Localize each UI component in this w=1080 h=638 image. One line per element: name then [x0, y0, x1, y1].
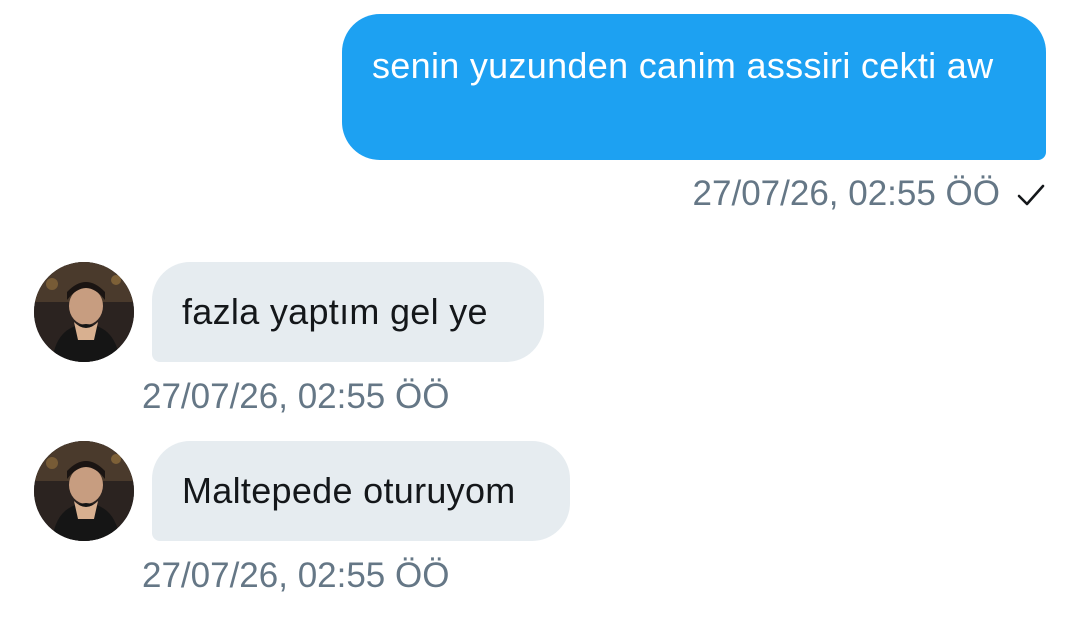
- avatar[interactable]: [34, 441, 134, 541]
- message-timestamp: 27/07/26, 02:55 ÖÖ: [142, 377, 450, 416]
- message-text: fazla yaptım gel ye: [182, 291, 488, 332]
- conversation-thread: senin yuzunden canim asssiri cekti aw 27…: [0, 0, 1080, 638]
- message-text: Maltepede oturuyom: [182, 470, 516, 511]
- message-timestamp: 27/07/26, 02:55 ÖÖ: [142, 556, 450, 595]
- message-text: senin yuzunden canim asssiri cekti aw: [372, 45, 994, 86]
- incoming-message-bubble[interactable]: Maltepede oturuyom: [152, 441, 570, 541]
- avatar[interactable]: [34, 262, 134, 362]
- message-timestamp: 27/07/26, 02:55 ÖÖ: [692, 174, 1000, 213]
- outgoing-message-bubble[interactable]: senin yuzunden canim asssiri cekti aw: [342, 14, 1046, 160]
- incoming-message-bubble[interactable]: fazla yaptım gel ye: [152, 262, 544, 362]
- message-meta: 27/07/26, 02:55 ÖÖ: [693, 172, 1046, 216]
- check-icon: [1016, 179, 1046, 209]
